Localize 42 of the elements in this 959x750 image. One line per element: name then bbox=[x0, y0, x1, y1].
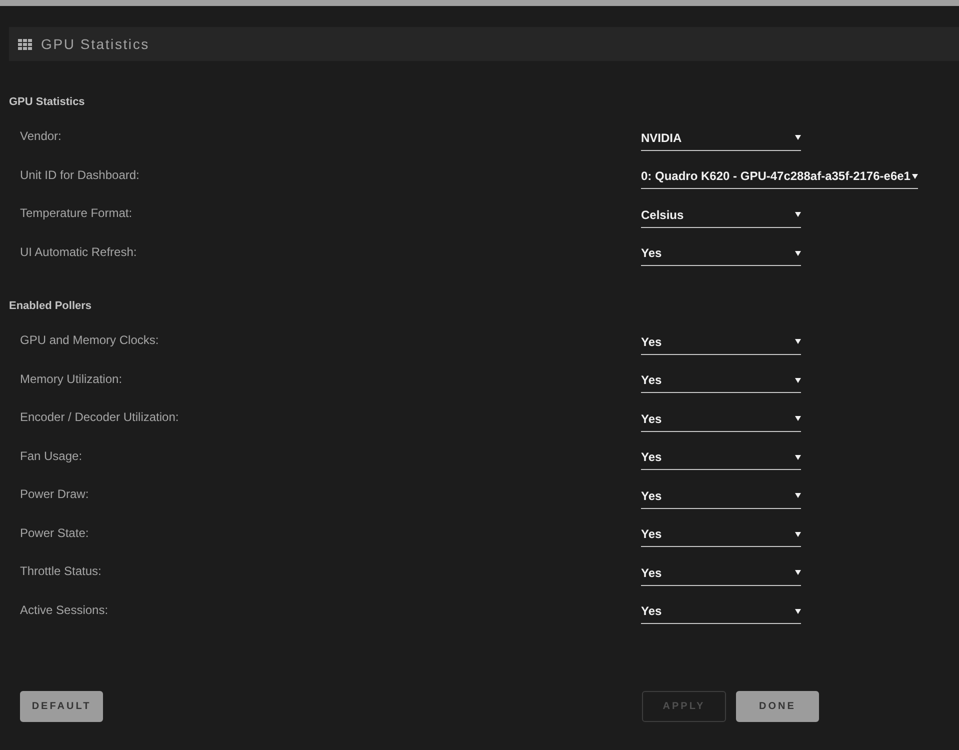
dropdown[interactable]: Yes bbox=[641, 556, 801, 586]
dropdown[interactable]: Yes bbox=[641, 237, 801, 266]
setting-label: Throttle Status: bbox=[20, 564, 102, 578]
caret-icon bbox=[795, 135, 801, 140]
dropdown[interactable]: Yes bbox=[641, 402, 801, 432]
dropdown[interactable]: NVIDIA bbox=[641, 122, 801, 151]
panel-title: GPU Statistics bbox=[41, 37, 150, 51]
dropdown[interactable]: Celsius bbox=[641, 198, 801, 228]
section-title: Enabled Pollers bbox=[9, 299, 92, 314]
dropdown[interactable]: Yes bbox=[641, 364, 801, 394]
dropdown[interactable]: Yes bbox=[641, 326, 801, 355]
caret-icon bbox=[795, 250, 801, 256]
dropdown[interactable]: Yes bbox=[641, 595, 801, 624]
setting-label: Temperature Format: bbox=[20, 206, 132, 220]
setting-label: Fan Usage: bbox=[20, 448, 82, 463]
action-button[interactable]: DONE bbox=[736, 691, 819, 722]
section-title: GPU Statistics bbox=[9, 95, 85, 110]
setting-label: UI Automatic Refresh: bbox=[20, 244, 137, 259]
setting-label: GPU and Memory Clocks: bbox=[20, 333, 159, 348]
setting-label: Unit ID for Dashboard: bbox=[20, 168, 140, 182]
setting-label: Vendor: bbox=[20, 129, 62, 144]
dropdown[interactable]: Yes bbox=[641, 441, 801, 470]
setting-label: Encoder / Decoder Utilization: bbox=[20, 410, 179, 424]
caret-icon bbox=[795, 532, 801, 537]
caret-icon bbox=[795, 212, 801, 218]
caret-icon bbox=[795, 416, 801, 422]
caret-icon bbox=[795, 570, 801, 576]
dropdown[interactable]: Yes bbox=[641, 518, 801, 548]
grid-icon bbox=[18, 38, 32, 50]
caret-icon bbox=[795, 378, 801, 383]
setting-label: Power Draw: bbox=[20, 487, 89, 502]
caret-icon bbox=[795, 493, 801, 498]
setting-label: Memory Utilization: bbox=[20, 372, 122, 386]
caret-icon bbox=[795, 608, 801, 614]
caret-icon bbox=[795, 339, 801, 344]
caret-icon bbox=[912, 174, 918, 179]
dropdown[interactable]: 0: Quadro K620 - GPU-47c288af-a35f-2176-e6e1 bbox=[641, 160, 918, 190]
setting-label: Power State: bbox=[20, 526, 89, 540]
dropdown[interactable]: Yes bbox=[641, 480, 801, 509]
setting-label: Active Sessions: bbox=[20, 602, 108, 617]
action-button[interactable]: DEFAULT bbox=[20, 691, 103, 722]
caret-icon bbox=[795, 454, 801, 460]
